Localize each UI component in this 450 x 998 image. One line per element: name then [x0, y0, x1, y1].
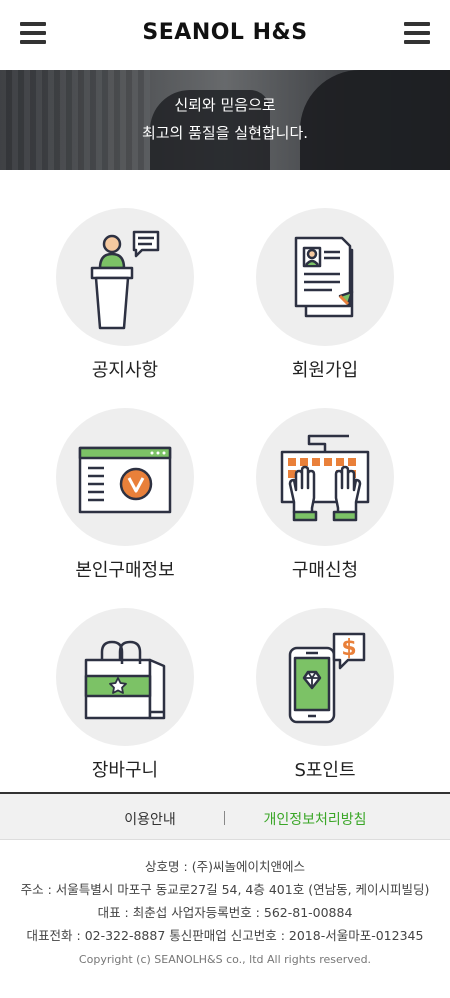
menu-cart[interactable]: 장바구니	[25, 588, 225, 781]
menu-notice[interactable]: 공지사항	[25, 188, 225, 381]
menu-label: S포인트	[294, 760, 356, 781]
menu-label: 본인구매정보	[75, 560, 175, 581]
banner-slogan-line1: 신뢰와 믿음으로	[174, 96, 276, 114]
menu-purchase-request[interactable]: 구매신청	[225, 388, 425, 581]
hero-banner: 신뢰와 믿음으로 최고의 품질을 실현합니다.	[0, 70, 450, 170]
banner-slogan-line2: 최고의 품질을 실현합니다.	[141, 124, 309, 142]
footer-copyright: Copyright (c) SEANOLH&S co., ltd All rig…	[78, 953, 372, 966]
brand-logo[interactable]: SEANOL H&S	[0, 20, 450, 45]
menu-grid: 공지사항 회원가입 본인구매정보 구매신청 장바구니 $ S포인트	[0, 170, 450, 792]
menu-signup[interactable]: 회원가입	[225, 188, 425, 381]
menu-my-purchase-info[interactable]: 본인구매정보	[25, 388, 225, 581]
browser-window-v-icon	[56, 408, 194, 546]
menu-label: 회원가입	[291, 360, 359, 381]
podium-speaker-icon	[56, 208, 194, 346]
company-footer: 상호명 : (주)씨놀에이치앤에스 주소 : 서울특별시 마포구 동교로27길 …	[0, 841, 450, 998]
policy-links-bar: 이용안내 개인정보처리방침	[0, 792, 450, 840]
footer-company-name: 상호명 : (주)씨놀에이치앤에스	[145, 859, 305, 874]
member-document-icon	[256, 208, 394, 346]
footer-phone-license: 대표전화 : 02-322-8887 통신판매업 신고번호 : 2018-서울마…	[26, 928, 424, 943]
svg-text:$: $	[341, 636, 356, 661]
menu-s-point[interactable]: $ S포인트	[225, 588, 425, 781]
hands-keyboard-icon	[256, 408, 394, 546]
footer-address: 주소 : 서울특별시 마포구 동교로27길 54, 4층 401호 (연남동, …	[20, 882, 430, 897]
menu-label: 장바구니	[91, 760, 159, 781]
links-divider	[224, 811, 225, 825]
usage-guide-link[interactable]: 이용안내	[100, 809, 200, 829]
menu-label: 구매신청	[291, 560, 359, 581]
privacy-policy-link[interactable]: 개인정보처리방침	[255, 809, 375, 829]
footer-ceo-biz-number: 대표 : 최춘섭 사업자등록번호 : 562-81-00884	[97, 905, 353, 920]
shopping-bag-icon	[56, 608, 194, 746]
hamburger-menu-icon[interactable]	[404, 22, 430, 44]
phone-diamond-dollar-icon: $	[256, 608, 394, 746]
app-header: SEANOL H&S	[0, 0, 450, 70]
menu-label: 공지사항	[91, 360, 159, 381]
